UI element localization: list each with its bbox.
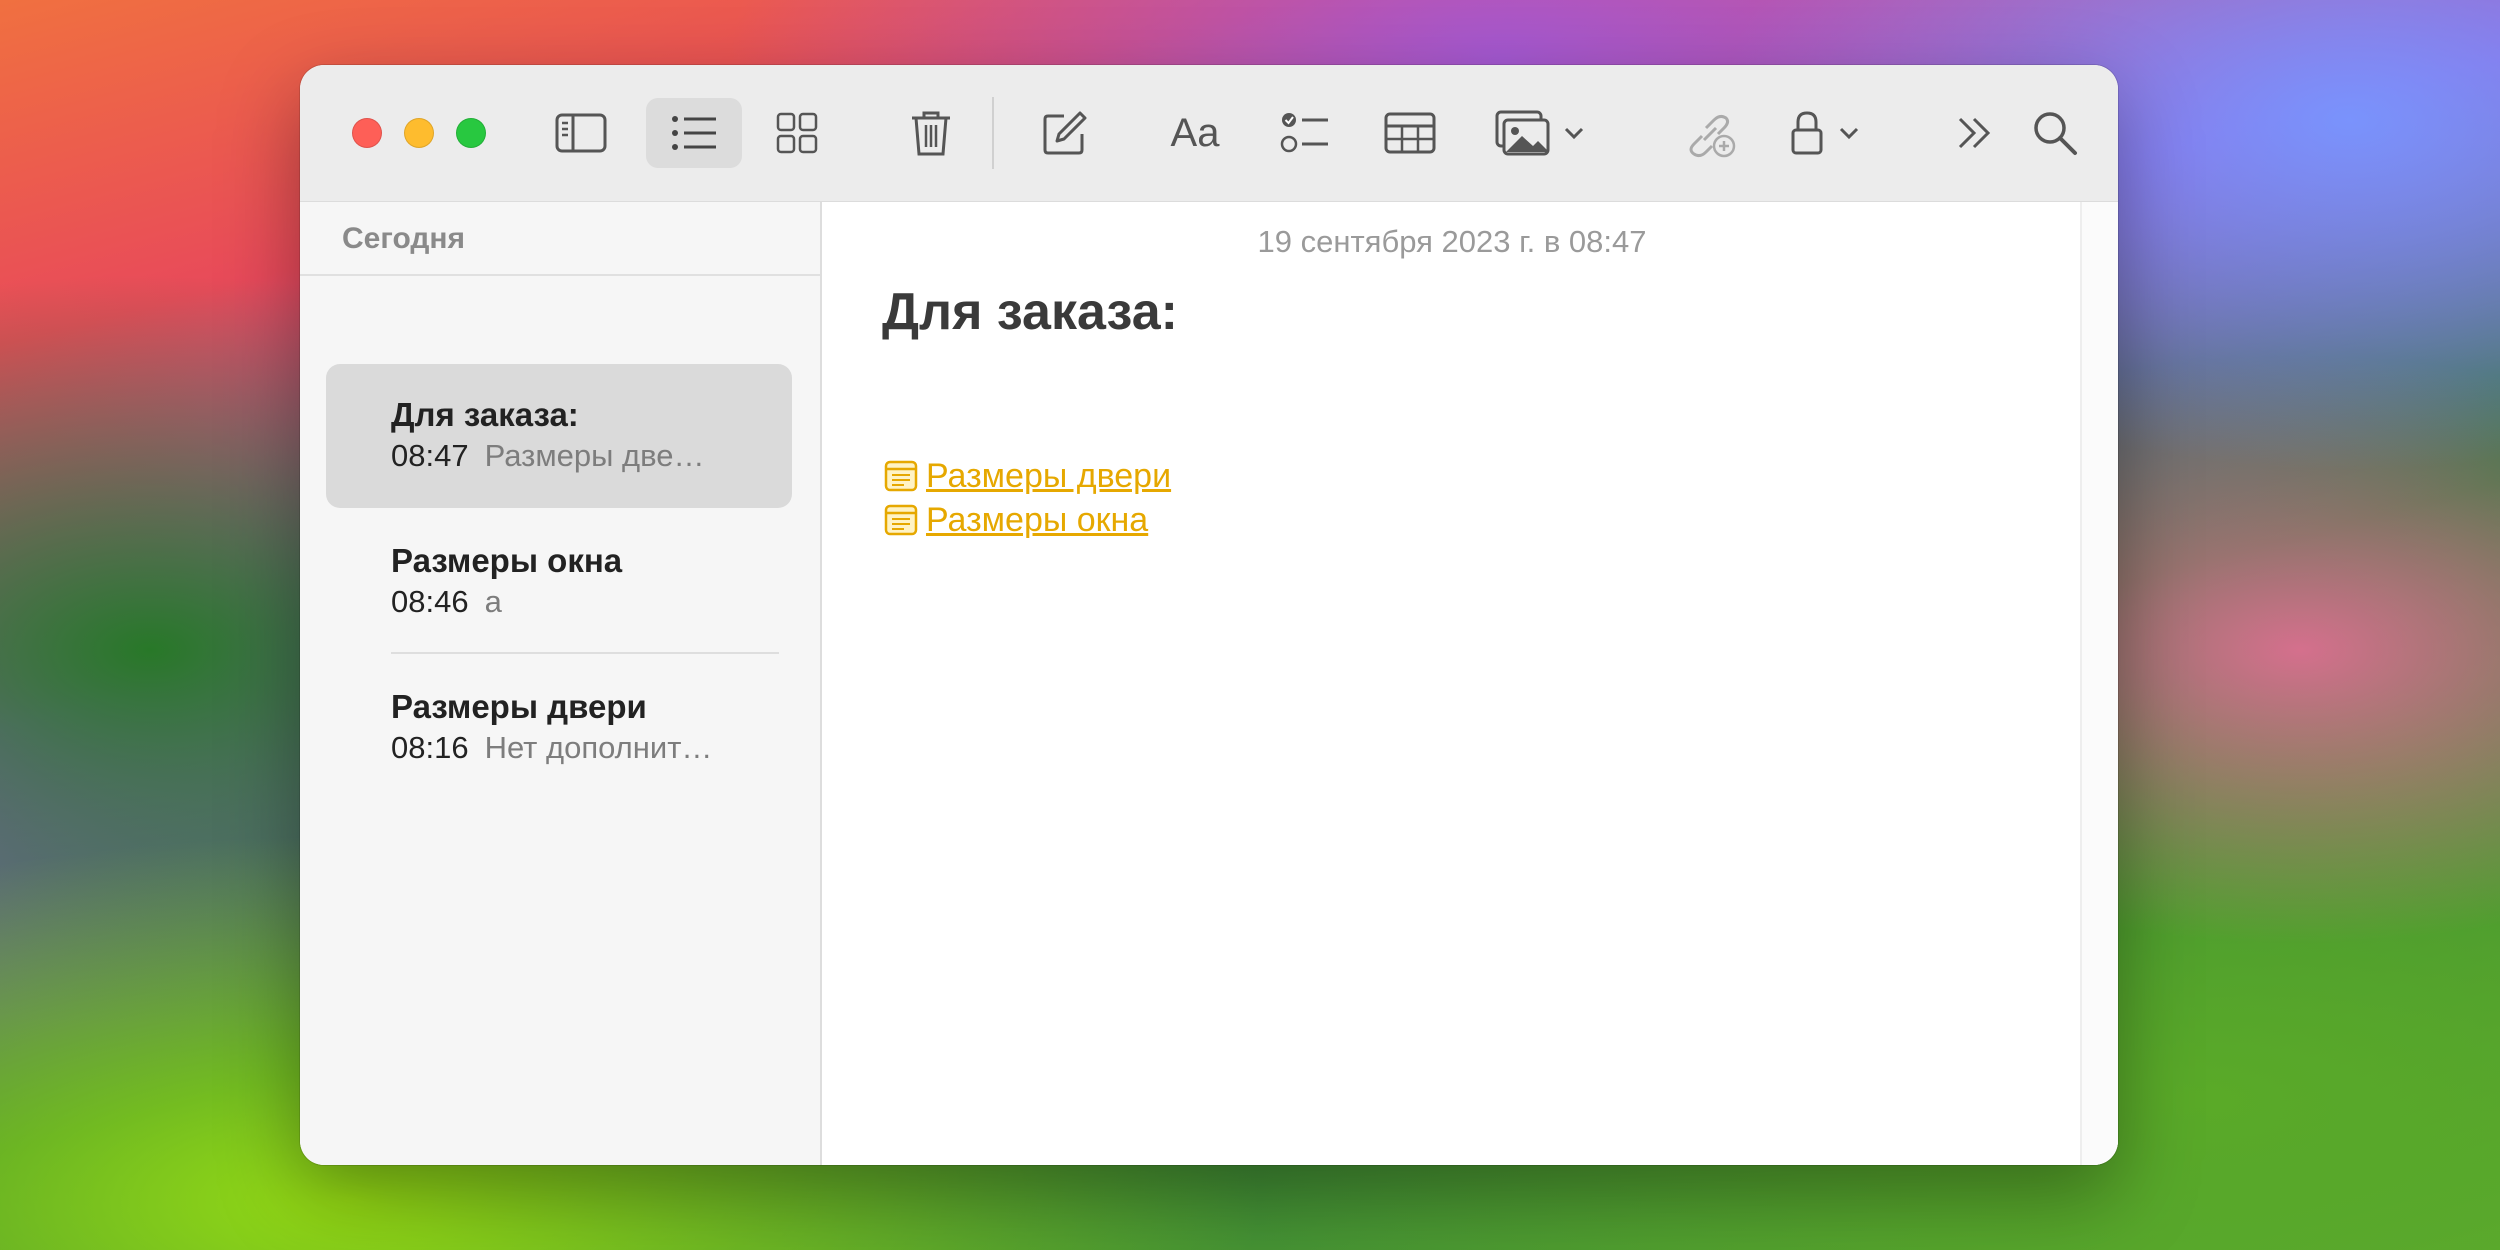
notes-window: Aa Сегодня Для заказа: 08:47 Размеры две…	[300, 65, 2118, 1165]
note-list-item[interactable]: Размеры двери 08:16 Нет дополнит…	[326, 656, 792, 800]
collaborate-button[interactable]	[1675, 98, 1745, 168]
note-title: Размеры окна	[391, 542, 623, 579]
note-meta: 08:46 a	[391, 584, 502, 620]
chevron-down-icon	[1839, 127, 1859, 140]
note-link-icon	[884, 460, 918, 492]
text-format-icon: Aa	[1170, 110, 1220, 155]
format-button[interactable]: Aa	[1155, 98, 1235, 168]
note-preview: a	[484, 584, 502, 619]
checklist-icon	[1280, 113, 1328, 153]
minimize-window-button[interactable]	[404, 118, 434, 148]
photo-icon	[1495, 110, 1550, 156]
section-header-today: Сегодня	[342, 222, 466, 255]
close-window-button[interactable]	[352, 118, 382, 148]
checklist-button[interactable]	[1270, 98, 1340, 168]
note-time: 08:47	[391, 438, 469, 473]
note-link-window[interactable]: Размеры окна	[884, 500, 1148, 540]
lock-button[interactable]	[1790, 98, 1880, 168]
notes-list-sidebar: Сегодня Для заказа: 08:47 Размеры две… Ра…	[300, 202, 822, 1165]
more-button[interactable]	[1945, 98, 2005, 168]
sidebar-icon	[555, 113, 607, 153]
search-button[interactable]	[2020, 98, 2090, 168]
note-time: 08:16	[391, 730, 469, 765]
search-icon	[2034, 112, 2077, 155]
note-link-icon	[884, 504, 918, 536]
sidebar-toggle-button[interactable]	[545, 98, 617, 168]
chevron-down-icon	[1564, 127, 1584, 140]
zoom-window-button[interactable]	[456, 118, 486, 148]
media-button[interactable]	[1495, 98, 1605, 168]
note-preview: Размеры две…	[484, 438, 705, 473]
list-view-button[interactable]	[646, 98, 742, 168]
list-item-divider	[391, 652, 779, 654]
note-title: Размеры двери	[391, 688, 647, 725]
grid-icon	[776, 112, 818, 154]
chevron-double-right-icon	[1958, 117, 1991, 149]
delete-button[interactable]	[896, 98, 966, 168]
editor-scrollbar[interactable]	[2080, 202, 2118, 1165]
toolbar: Aa	[300, 65, 2118, 202]
section-divider	[300, 274, 820, 276]
note-list-item-selected[interactable]: Для заказа: 08:47 Размеры две…	[326, 364, 792, 508]
note-meta: 08:47 Размеры две…	[391, 438, 704, 474]
list-icon	[672, 116, 716, 150]
lock-icon	[1791, 111, 1823, 155]
note-preview: Нет дополнит…	[484, 730, 713, 765]
note-time: 08:46	[391, 584, 469, 619]
note-link-text[interactable]: Размеры двери	[926, 457, 1171, 496]
gallery-view-button[interactable]	[762, 98, 832, 168]
note-title: Для заказа:	[391, 396, 579, 433]
note-heading: Для заказа:	[882, 283, 1178, 341]
toolbar-separator	[992, 97, 994, 169]
note-date: 19 сентября 2023 г. в 08:47	[1257, 224, 1647, 259]
table-button[interactable]	[1375, 98, 1445, 168]
link-add-icon	[1689, 114, 1736, 158]
note-editor[interactable]: 19 сентября 2023 г. в 08:47 Для заказа: …	[822, 202, 2118, 1165]
compose-icon	[1043, 111, 1087, 155]
note-link-door[interactable]: Размеры двери	[884, 456, 1171, 496]
note-list-item[interactable]: Размеры окна 08:46 a	[326, 510, 792, 654]
note-link-text[interactable]: Размеры окна	[926, 501, 1148, 540]
compose-button[interactable]	[1030, 98, 1100, 168]
table-icon	[1384, 112, 1436, 154]
trash-icon	[912, 111, 950, 156]
note-meta: 08:16 Нет дополнит…	[391, 730, 712, 766]
